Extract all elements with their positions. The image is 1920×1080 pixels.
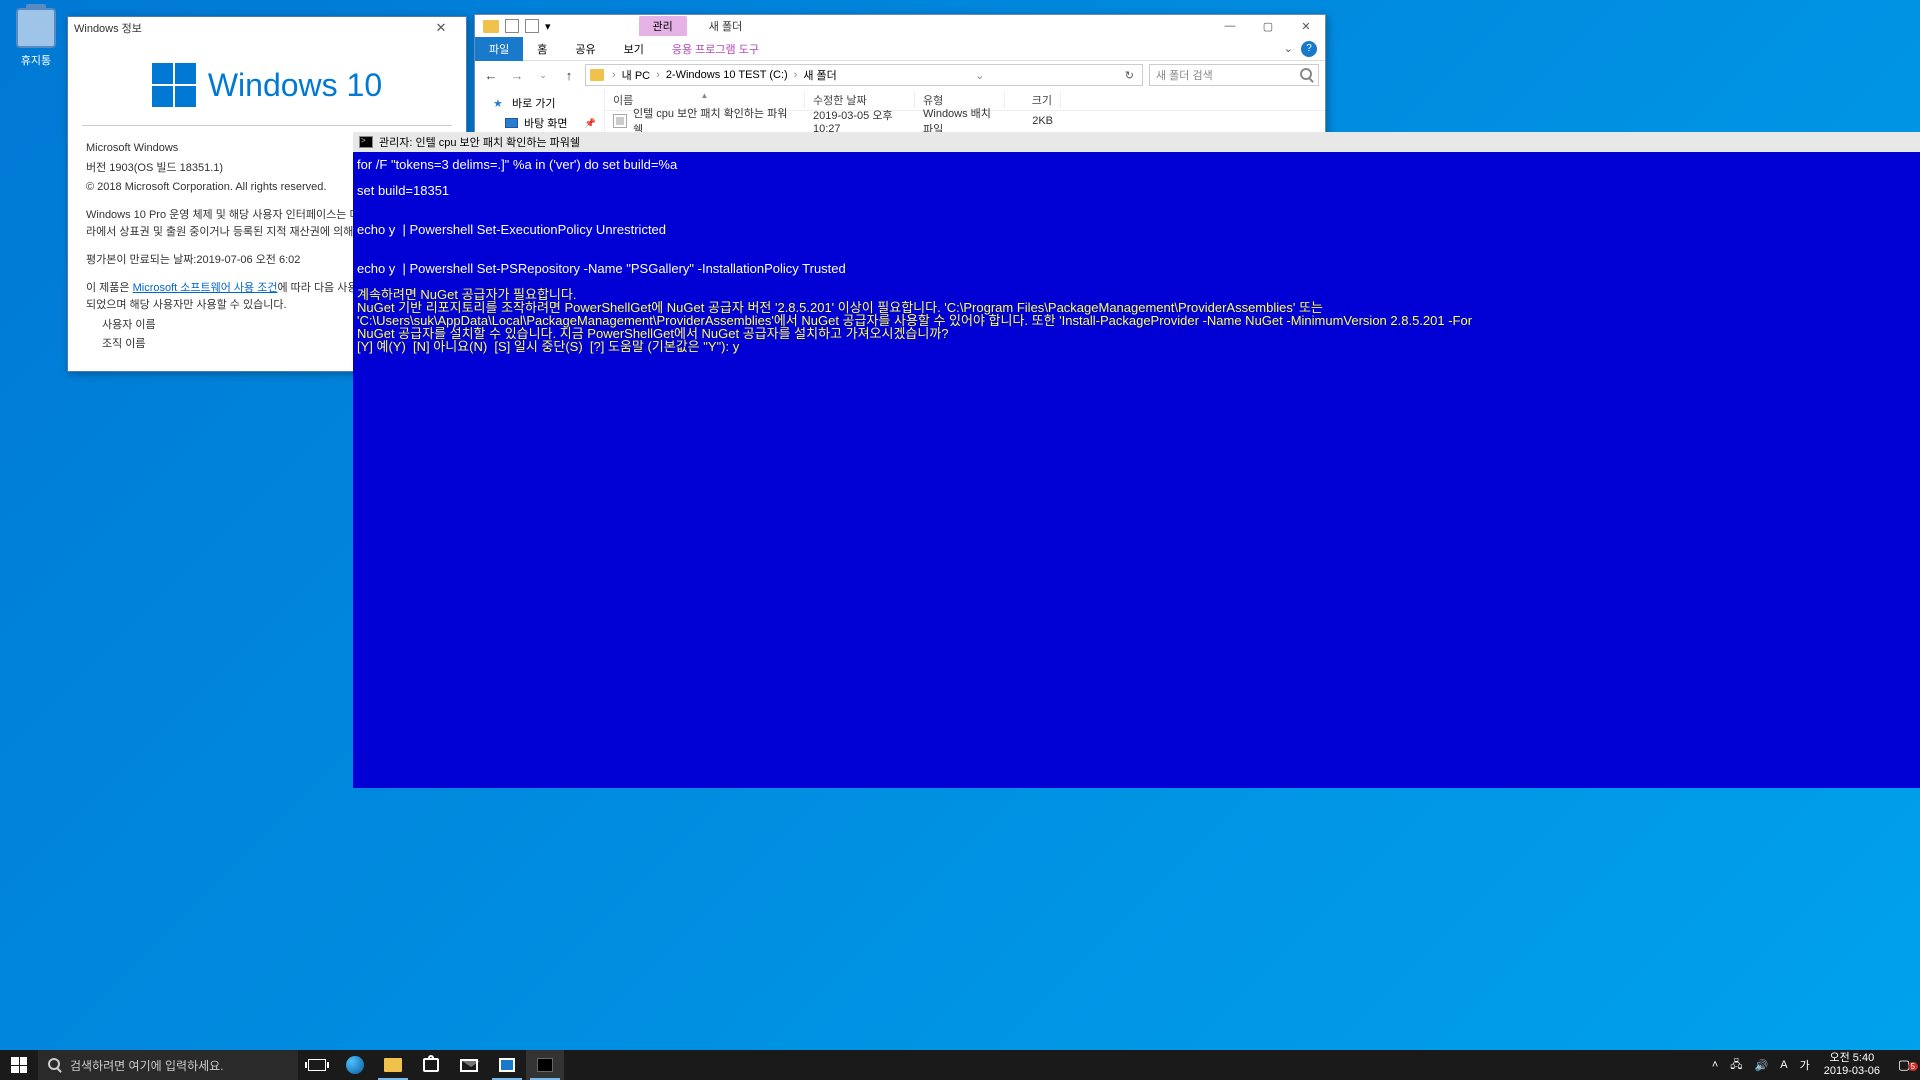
cmd-icon [359,136,373,148]
window-title: 새 폴더 [695,16,756,36]
tab-app-tools[interactable]: 응용 프로그램 도구 [658,37,773,61]
taskbar-mail[interactable] [450,1050,488,1080]
task-view-button[interactable] [298,1050,336,1080]
search-input[interactable]: 새 폴더 검색 [1149,64,1319,86]
taskbar: 검색하려면 여기에 입력하세요. ˄ 🖧 🔊 A 가 오전 5:40 2019-… [0,1050,1920,1080]
window-icon [499,1058,515,1072]
cmd-title: 관리자: 인텔 cpu 보안 패치 확인하는 파워쉘 [379,134,580,150]
edge-icon [346,1056,364,1074]
recycle-bin[interactable]: 휴지통 [12,8,60,68]
contextual-tab-label: 관리 [639,16,687,36]
maximize-button[interactable]: ▢ [1249,20,1287,33]
col-date[interactable]: 수정한 날짜 [805,92,915,108]
breadcrumb[interactable]: 내 PC [620,67,652,83]
tab-share[interactable]: 공유 [561,37,609,61]
qat-btn[interactable] [505,19,519,33]
recycle-bin-icon [16,8,56,48]
winver-title: Windows 정보 [74,20,142,36]
explorer-titlebar[interactable]: ▾ 관리 새 폴더 — ▢ ✕ [475,15,1325,37]
windows-logo-area: Windows 10 [68,39,466,125]
desktop-icon [505,118,518,128]
dropdown-icon[interactable]: ⌄ [973,69,986,82]
cmd-icon [537,1058,553,1072]
breadcrumb[interactable]: 2-Windows 10 TEST (C:) [664,69,790,81]
back-button[interactable]: ← [481,68,501,83]
folder-icon [384,1058,402,1072]
forward-button[interactable]: → [507,68,527,83]
ribbon-expand-icon[interactable]: ⌄ [1276,42,1301,55]
pin-icon: 📌 [585,118,596,129]
batch-file-icon [613,114,627,128]
taskbar-winver[interactable] [488,1050,526,1080]
ime-a-icon[interactable]: A [1774,1059,1793,1071]
notification-icon[interactable]: ▢5 [1888,1057,1920,1073]
explorer-navbar: ← → ⌄ ↑ › 내 PC › 2-Windows 10 TEST (C:) … [475,61,1325,89]
windows-icon [11,1057,27,1073]
cmd-titlebar[interactable]: 관리자: 인텔 cpu 보안 패치 확인하는 파워쉘 [353,132,1920,152]
search-icon [48,1058,60,1073]
task-view-icon [308,1059,326,1071]
search-placeholder: 검색하려면 여기에 입력하세요. [70,1057,224,1074]
qat-dropdown[interactable]: ▾ [545,20,551,33]
breadcrumb[interactable]: 새 폴더 [801,67,838,83]
tab-home[interactable]: 홈 [523,37,561,61]
folder-icon [590,69,604,81]
clock[interactable]: 오전 5:40 2019-03-06 [1816,1052,1888,1078]
table-row[interactable]: 인텔 cpu 보안 패치 확인하는 파워쉘 2019-03-05 오후 10:2… [605,111,1325,131]
windows-logo-text: Windows 10 [208,67,382,104]
ribbon-tabs: 파일 홈 공유 보기 응용 프로그램 도구 ⌄ ? [475,37,1325,61]
up-button[interactable]: ↑ [559,68,579,83]
sidebar-item-desktop[interactable]: 바탕 화면 📌 [475,113,604,133]
search-placeholder: 새 폴더 검색 [1156,67,1213,83]
refresh-icon[interactable]: ↻ [1121,69,1138,82]
clock-date: 2019-03-06 [1824,1065,1880,1078]
store-icon [423,1058,439,1072]
dropdown-icon[interactable]: ⌄ [533,70,553,81]
winver-titlebar[interactable]: Windows 정보 ✕ [68,17,466,39]
taskbar-edge[interactable] [336,1050,374,1080]
mail-icon [460,1059,478,1072]
minimize-button[interactable]: — [1211,20,1249,33]
tab-view[interactable]: 보기 [610,37,658,61]
close-icon[interactable]: ✕ [422,20,460,36]
address-bar[interactable]: › 내 PC › 2-Windows 10 TEST (C:) › 새 폴더 ⌄… [585,64,1143,86]
qat-btn[interactable] [525,19,539,33]
taskbar-explorer[interactable] [374,1050,412,1080]
terminal-output[interactable]: for /F "tokens=3 delims=.]" %a in ('ver'… [353,152,1920,359]
clock-time: 오전 5:40 [1824,1052,1880,1065]
system-tray: ˄ 🖧 🔊 A 가 오전 5:40 2019-03-06 ▢5 [1706,1050,1920,1080]
folder-icon [483,20,499,33]
start-button[interactable] [0,1050,38,1080]
volume-icon[interactable]: 🔊 [1749,1059,1775,1072]
taskbar-store[interactable] [412,1050,450,1080]
taskbar-search[interactable]: 검색하려면 여기에 입력하세요. [38,1050,298,1080]
sort-asc-icon: ▲ [701,91,709,100]
notification-badge: 5 [1908,1062,1918,1071]
license-link[interactable]: Microsoft 소프트웨어 사용 조건 [133,282,278,294]
cmd-window: 관리자: 인텔 cpu 보안 패치 확인하는 파워쉘 for /F "token… [353,132,1920,788]
tray-overflow-icon[interactable]: ˄ [1706,1059,1724,1071]
col-name[interactable]: ▲이름 [605,92,805,108]
star-icon: ★ [493,97,506,110]
close-button[interactable]: ✕ [1287,20,1325,33]
quick-access-toolbar: ▾ [475,19,559,33]
network-icon[interactable]: 🖧 [1724,1056,1748,1075]
taskbar-cmd[interactable] [526,1050,564,1080]
recycle-bin-label: 휴지통 [12,52,60,68]
help-icon[interactable]: ? [1301,41,1317,57]
sidebar-item-quick-access[interactable]: ★ 바로 가기 [475,93,604,113]
tab-file[interactable]: 파일 [475,37,523,61]
warning-text: 계속하려면 NuGet 공급자가 필요합니다. NuGet 기반 리포지토리를 … [357,288,1916,353]
windows-logo-icon [152,63,196,107]
ime-korean-icon[interactable]: 가 [1794,1057,1816,1073]
search-icon [1300,68,1312,83]
col-size[interactable]: 크기 [1005,92,1061,108]
